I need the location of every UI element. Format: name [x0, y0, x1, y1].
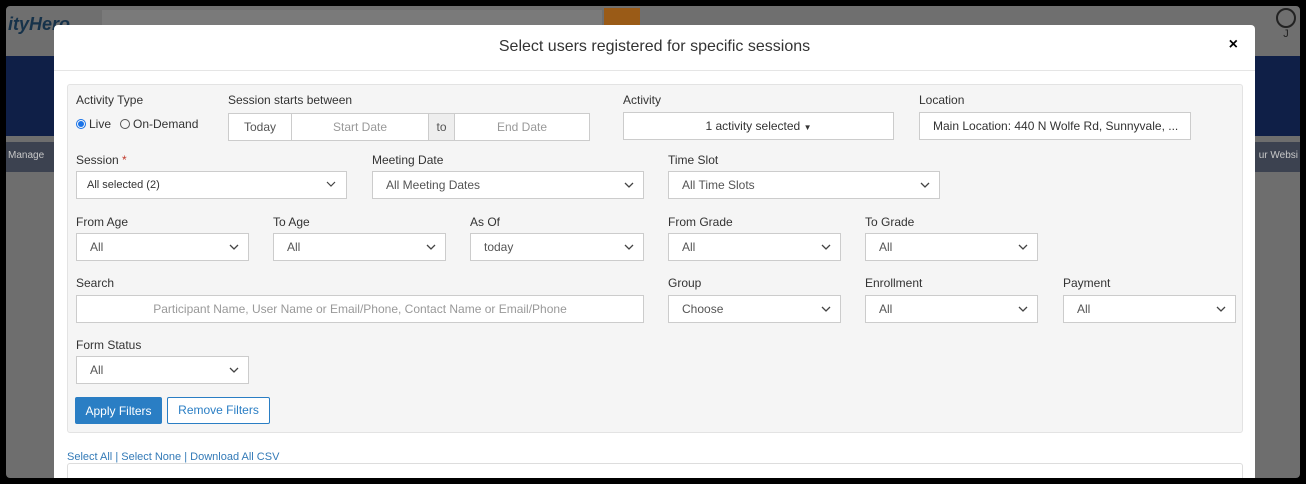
- apply-filters-button[interactable]: Apply Filters: [75, 397, 162, 424]
- as-of-select[interactable]: today: [470, 233, 644, 261]
- meeting-date-select[interactable]: All Meeting Dates: [372, 171, 644, 199]
- date-range-to: to: [428, 113, 455, 141]
- enrollment-select[interactable]: All: [865, 295, 1038, 323]
- chevron-down-icon: [820, 303, 832, 315]
- chevron-down-icon: [919, 179, 931, 191]
- link-separator: |: [184, 451, 188, 463]
- group-select[interactable]: Choose: [668, 295, 841, 323]
- modal-title: Select users registered for specific ses…: [498, 38, 811, 55]
- from-grade-value: All: [682, 240, 696, 254]
- enrollment-label: Enrollment: [865, 276, 923, 290]
- menu-item-manage: Manage: [8, 150, 45, 161]
- activity-value: 1 activity selected: [705, 119, 801, 133]
- modal-header: Select users registered for specific ses…: [54, 25, 1255, 71]
- select-users-modal: Select users registered for specific ses…: [54, 25, 1255, 484]
- required-mark: *: [122, 153, 127, 167]
- activity-label: Activity: [623, 93, 662, 107]
- form-status-select[interactable]: All: [76, 356, 249, 384]
- session-starts-label: Session starts between: [228, 93, 353, 107]
- chevron-down-icon: [425, 241, 437, 253]
- chevron-down-icon: [820, 241, 832, 253]
- search-label: Search: [76, 276, 115, 290]
- remove-filters-button[interactable]: Remove Filters: [167, 397, 270, 424]
- time-slot-value: All Time Slots: [682, 178, 755, 192]
- user-icon: [1276, 8, 1296, 28]
- as-of-value: today: [484, 240, 514, 254]
- radio-on-demand-label: On-Demand: [133, 117, 199, 131]
- radio-live[interactable]: Live: [76, 117, 111, 131]
- to-grade-select[interactable]: All: [865, 233, 1038, 261]
- payment-select[interactable]: All: [1063, 295, 1236, 323]
- enrollment-value: All: [879, 302, 893, 316]
- link-separator: |: [115, 451, 119, 463]
- from-age-value: All: [90, 240, 104, 254]
- from-grade-select[interactable]: All: [668, 233, 841, 261]
- filter-panel: Activity Type Live On-Demand Session sta…: [67, 84, 1243, 433]
- today-button[interactable]: Today: [228, 113, 292, 141]
- to-grade-value: All: [879, 240, 893, 254]
- select-all-link[interactable]: Select All: [67, 451, 112, 463]
- chevron-down-icon: [1017, 303, 1029, 315]
- time-slot-select[interactable]: All Time Slots: [668, 171, 940, 199]
- caret-down-icon: ▼: [803, 123, 812, 132]
- radio-on-demand[interactable]: On-Demand: [120, 117, 198, 131]
- to-age-label: To Age: [273, 215, 310, 229]
- meeting-date-label: Meeting Date: [372, 153, 444, 167]
- menu-item-website: ur Websi: [1258, 150, 1298, 161]
- form-status-value: All: [90, 363, 104, 377]
- select-none-link[interactable]: Select None: [121, 451, 181, 463]
- close-icon[interactable]: ×: [1229, 36, 1238, 54]
- selection-links: Select All | Select None | Download All …: [67, 451, 279, 463]
- session-dropdown[interactable]: All selected (2): [76, 171, 347, 199]
- radio-live-label: Live: [89, 117, 112, 131]
- activity-type-label: Activity Type: [76, 93, 144, 107]
- search-input[interactable]: Participant Name, User Name or Email/Pho…: [76, 295, 644, 323]
- payment-value: All: [1077, 302, 1091, 316]
- time-slot-label: Time Slot: [668, 153, 719, 167]
- chevron-down-icon: [623, 179, 635, 191]
- results-list: [67, 463, 1243, 484]
- session-value: All selected (2): [87, 179, 160, 191]
- form-status-label: Form Status: [76, 338, 142, 352]
- location-select[interactable]: Main Location: 440 N Wolfe Rd, Sunnyvale…: [919, 112, 1191, 140]
- chevron-down-icon: [228, 241, 240, 253]
- to-age-value: All: [287, 240, 301, 254]
- from-age-label: From Age: [76, 215, 129, 229]
- activity-dropdown[interactable]: 1 activity selected ▼: [623, 112, 894, 140]
- account-label: J: [1283, 28, 1289, 40]
- to-age-select[interactable]: All: [273, 233, 446, 261]
- location-label: Location: [919, 93, 965, 107]
- chevron-down-icon: [1215, 303, 1227, 315]
- chevron-down-icon: [326, 179, 338, 191]
- group-label: Group: [668, 276, 702, 290]
- payment-label: Payment: [1063, 276, 1111, 290]
- from-age-select[interactable]: All: [76, 233, 249, 261]
- from-grade-label: From Grade: [668, 215, 733, 229]
- session-label-text: Session: [76, 153, 119, 167]
- start-date-input[interactable]: Start Date: [291, 113, 429, 141]
- to-grade-label: To Grade: [865, 215, 915, 229]
- radio-unselected-icon: [120, 119, 130, 129]
- meeting-date-value: All Meeting Dates: [386, 178, 481, 192]
- as-of-label: As Of: [470, 215, 501, 229]
- account-menu: J: [1276, 8, 1296, 40]
- chevron-down-icon: [1017, 241, 1029, 253]
- radio-selected-icon: [76, 119, 86, 129]
- end-date-input[interactable]: End Date: [454, 113, 590, 141]
- download-csv-link[interactable]: Download All CSV: [190, 451, 279, 463]
- chevron-down-icon: [228, 364, 240, 376]
- session-label: Session *: [76, 153, 127, 167]
- chevron-down-icon: [623, 241, 635, 253]
- group-value: Choose: [682, 302, 724, 316]
